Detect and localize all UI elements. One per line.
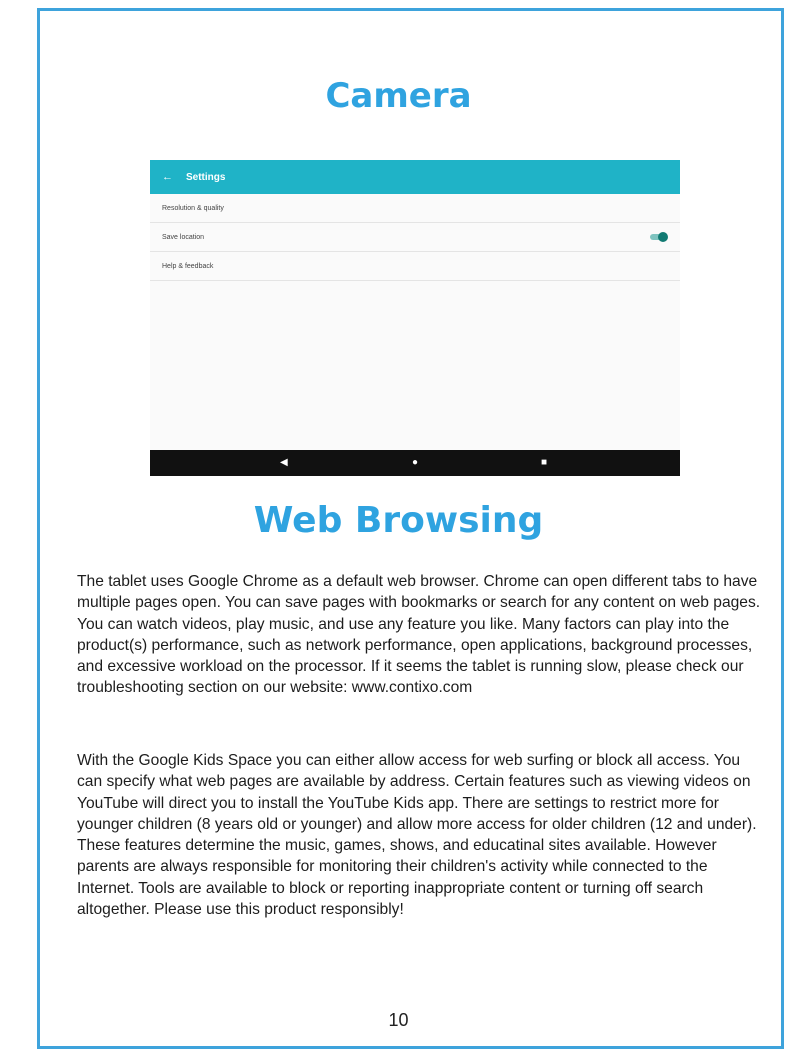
settings-row-help: Help & feedback: [150, 252, 680, 281]
camera-settings-screenshot: ← Settings Resolution & quality Save loc…: [150, 160, 680, 476]
settings-row-resolution: Resolution & quality: [150, 194, 680, 223]
camera-heading: Camera: [325, 76, 472, 116]
settings-row-label: Save location: [162, 233, 205, 241]
settings-row-label: Resolution & quality: [162, 204, 224, 212]
android-nav-bar: ◀ ● ■: [150, 450, 680, 476]
nav-recent-icon: ■: [541, 457, 548, 468]
settings-title: Settings: [186, 171, 226, 183]
toggle-knob: [658, 232, 668, 242]
settings-row-label: Help & feedback: [162, 262, 214, 270]
nav-home-icon: ●: [412, 457, 419, 468]
save-location-toggle: [650, 232, 668, 242]
web-browsing-heading: Web Browsing: [253, 500, 544, 541]
back-arrow-icon: ←: [162, 171, 173, 183]
settings-app-bar: ← Settings: [150, 160, 680, 194]
paragraph-chrome: The tablet uses Google Chrome as a defau…: [77, 573, 761, 697]
settings-row-save-location: Save location: [150, 223, 680, 252]
page-number: 10: [388, 1010, 409, 1030]
nav-back-icon: ◀: [280, 457, 288, 468]
paragraph-kids-space: With the Google Kids Space you can eithe…: [77, 752, 757, 919]
